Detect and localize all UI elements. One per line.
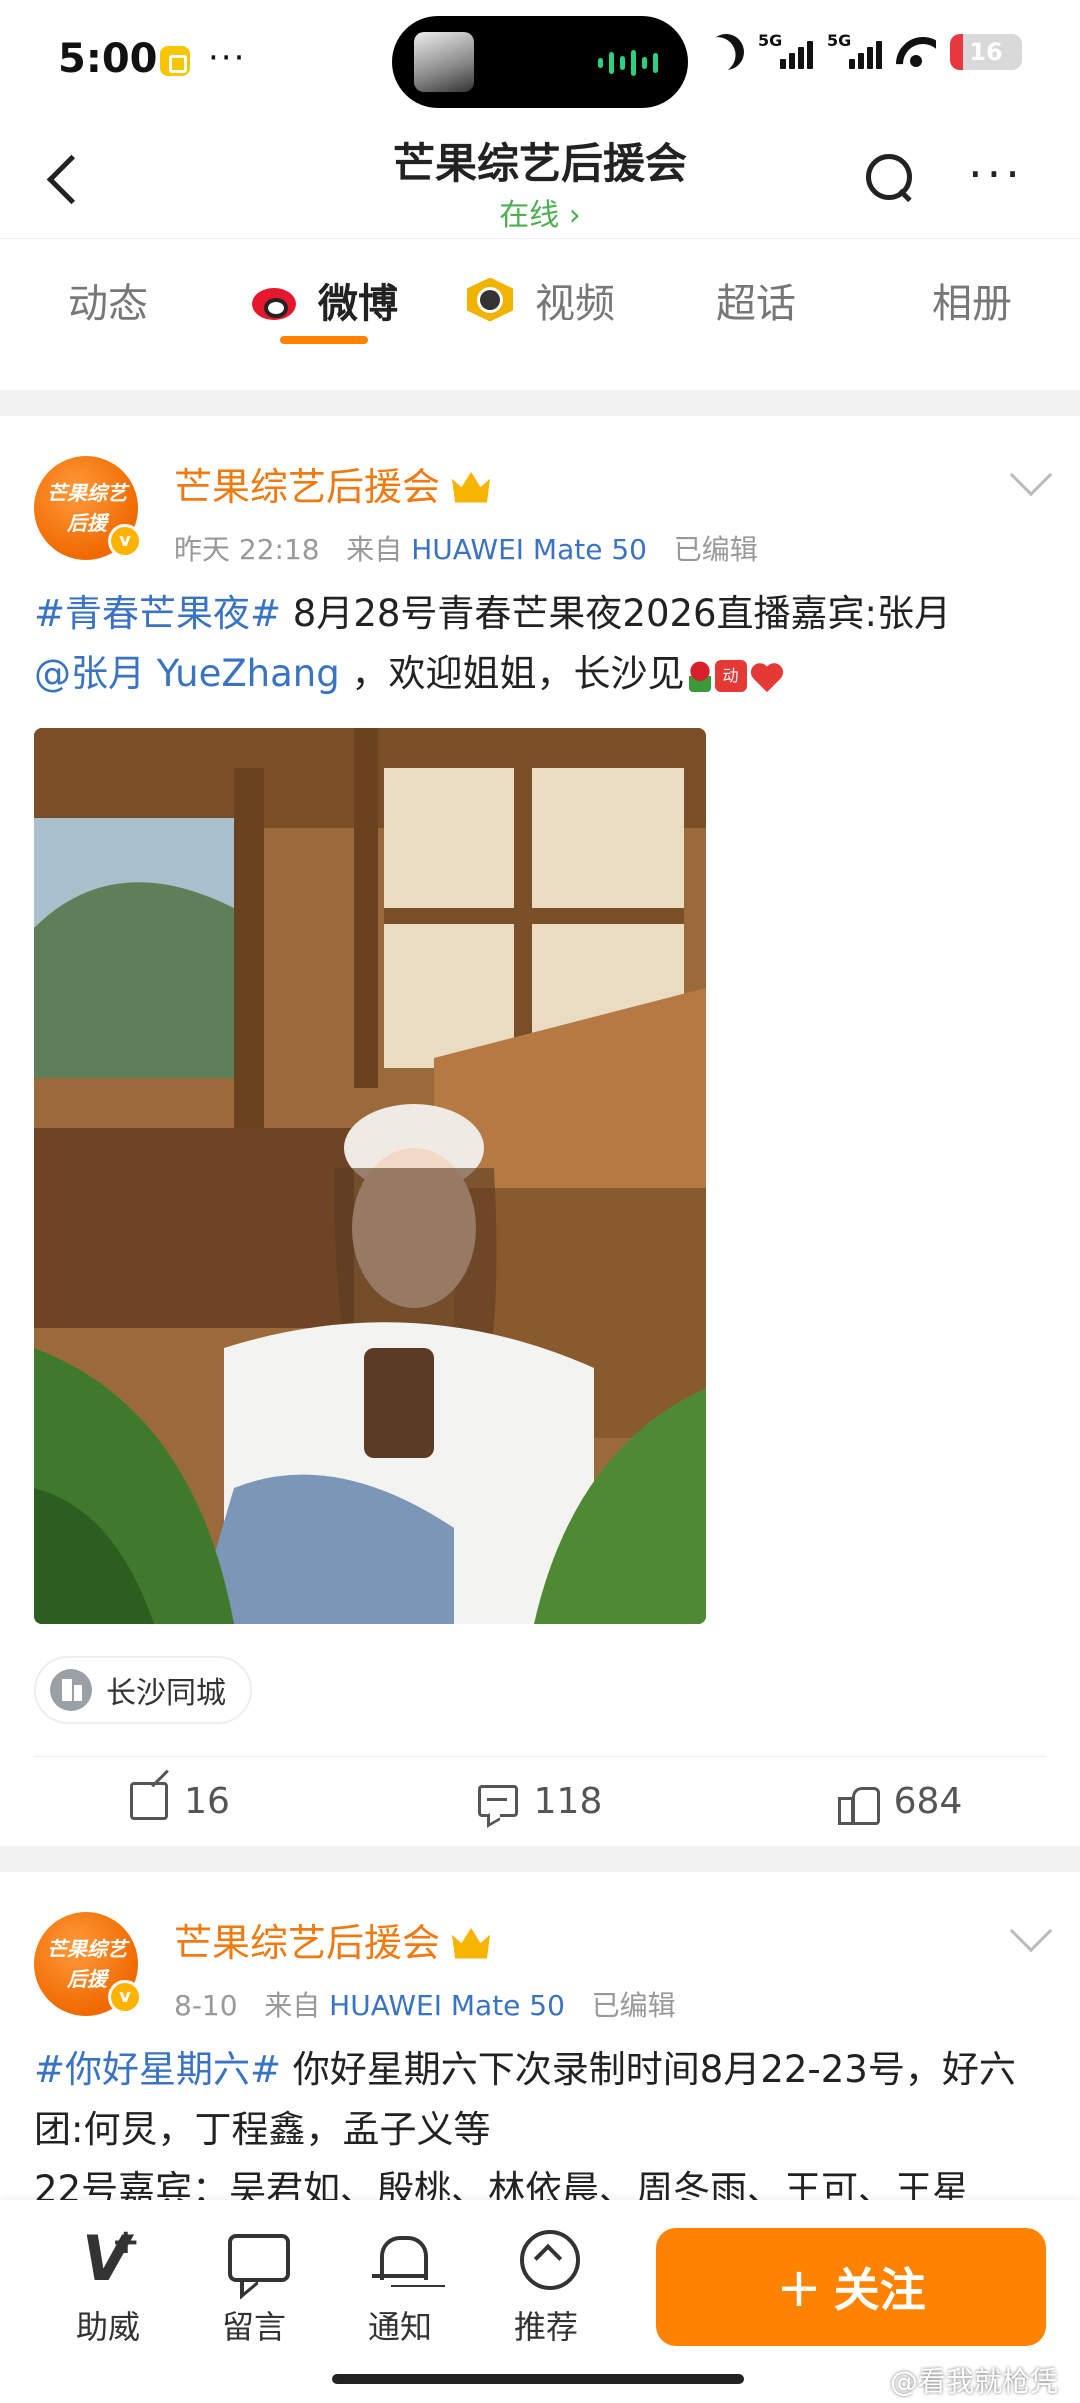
- crown-icon: [452, 1927, 491, 1959]
- device-link[interactable]: HUAWEI Mate 50: [329, 1989, 565, 2022]
- avatar[interactable]: 芒果综艺 后援 v: [34, 456, 142, 560]
- like-icon: [837, 1781, 880, 1825]
- avatar[interactable]: 芒果综艺 后援 v: [34, 1912, 142, 2016]
- search-icon[interactable]: [864, 152, 914, 202]
- home-indicator[interactable]: [332, 2374, 744, 2384]
- tab-supertopic[interactable]: 超话: [648, 239, 864, 360]
- v-icon: [76, 2222, 140, 2295]
- signal-icon-2: 5G: [827, 31, 882, 69]
- up-icon: [514, 2230, 580, 2290]
- verified-icon: v: [108, 524, 142, 558]
- weibo-icon: [250, 278, 304, 322]
- section-divider: [0, 390, 1080, 416]
- tab-album[interactable]: 相册: [864, 239, 1080, 360]
- post-meta: 昨天 22:18 来自 HUAWEI Mate 50 已编辑: [174, 533, 758, 566]
- message-icon: [222, 2230, 290, 2288]
- repost-button[interactable]: 16: [0, 1756, 360, 1846]
- repost-icon: [130, 1782, 169, 1820]
- status-more-icon: ···: [208, 38, 247, 78]
- recommend-button[interactable]: 推荐: [486, 2230, 606, 2348]
- location-tag[interactable]: 长沙同城: [34, 1656, 252, 1724]
- post-card[interactable]: 芒果综艺 后援 v 芒果综艺后援会 8-10 来自 HUAWEI Mate 50 …: [0, 1872, 1080, 2200]
- message-button[interactable]: 留言: [194, 2230, 314, 2348]
- post-meta: 8-10 来自 HUAWEI Mate 50 已编辑: [174, 1989, 676, 2022]
- signal-icon-1: 5G: [758, 31, 813, 69]
- author-name[interactable]: 芒果综艺后援会: [174, 456, 491, 511]
- heart-emoji-icon: [751, 660, 783, 692]
- follow-button[interactable]: + 关注: [656, 2228, 1046, 2346]
- post-card[interactable]: 芒果综艺 后援 v 芒果综艺后援会 昨天 22:18 来自 HUAWEI Mate…: [0, 416, 1080, 1846]
- music-cover-icon: [414, 32, 474, 92]
- more-icon[interactable]: ···: [968, 151, 1024, 197]
- status-bar: 5:00 ··· 5G 5G 16: [0, 0, 1080, 120]
- status-time: 5:00: [58, 36, 158, 82]
- author-name[interactable]: 芒果综艺后援会: [174, 1912, 491, 1967]
- status-indicators: 5G 5G 16: [708, 31, 1022, 70]
- post-action-bar: 16 118 684: [0, 1756, 1080, 1846]
- tab-weibo[interactable]: 微博: [216, 239, 432, 360]
- watermark: @看我就枪凭: [889, 2365, 1058, 2398]
- cheer-button[interactable]: 助威: [48, 2222, 168, 2348]
- battery-icon: 16: [950, 34, 1022, 70]
- tab-dynamics[interactable]: 动态: [0, 239, 216, 360]
- bell-icon: [368, 2230, 432, 2288]
- hashtag-link[interactable]: #青春芒果夜#: [34, 592, 281, 635]
- device-link[interactable]: HUAWEI Mate 50: [411, 533, 647, 566]
- section-divider: [0, 1846, 1080, 1872]
- badge-emoji-icon: 动: [714, 659, 747, 692]
- profile-header: 芒果综艺后援会 在线 › ···: [0, 120, 1080, 238]
- dynamic-island[interactable]: [392, 16, 688, 108]
- crown-icon: [452, 471, 491, 503]
- audio-wave-icon: [598, 50, 658, 76]
- online-status[interactable]: 在线 ›: [0, 190, 1080, 234]
- photo-illustration: [34, 728, 706, 1624]
- notify-button[interactable]: 通知: [340, 2230, 460, 2348]
- do-not-disturb-icon: [703, 29, 749, 75]
- post-image[interactable]: [34, 728, 706, 1624]
- verified-icon: v: [108, 1980, 142, 2014]
- wifi-icon: [896, 37, 936, 67]
- active-tab-indicator: [280, 336, 368, 344]
- profile-tabs: 动态 微博 视频 超话 相册: [0, 238, 1080, 360]
- post-text: #青春芒果夜# 8月28号青春芒果夜2026直播嘉宾:张月 @张月 YueZha…: [34, 592, 952, 695]
- video-icon: [465, 276, 519, 324]
- app-notification-icon: [160, 46, 190, 76]
- like-button[interactable]: 684: [720, 1756, 1080, 1846]
- chevron-down-icon[interactable]: [1009, 453, 1053, 497]
- location-icon: [50, 1669, 92, 1711]
- plus-icon: +: [776, 2255, 822, 2319]
- comment-button[interactable]: 118: [360, 1756, 720, 1846]
- mention-link[interactable]: @张月 YueZhang: [34, 652, 340, 695]
- post-text: #你好星期六# 你好星期六下次录制时间8月22-23号，好六团:何炅，丁程鑫，孟…: [34, 2048, 1016, 2200]
- tab-video[interactable]: 视频: [432, 239, 648, 360]
- rose-emoji-icon: [688, 659, 711, 692]
- battery-level: 16: [969, 38, 1003, 66]
- chevron-down-icon[interactable]: [1009, 1909, 1053, 1953]
- comment-icon: [477, 1785, 518, 1817]
- page-title: 芒果综艺后援会: [392, 139, 687, 188]
- hashtag-link[interactable]: #你好星期六#: [34, 2048, 281, 2091]
